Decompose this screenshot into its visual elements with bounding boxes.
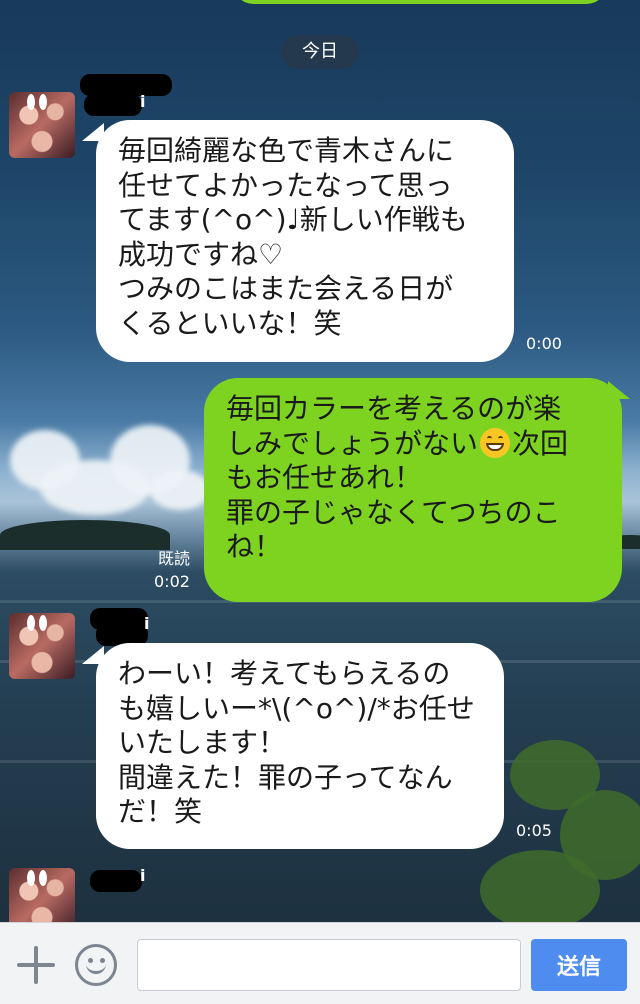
message-line: ね！ bbox=[226, 530, 283, 564]
message-line: しみでしょうがない 次回 bbox=[226, 427, 600, 462]
message-line: くるといいな！笑 bbox=[118, 306, 342, 340]
message-line: 任せてよかったなって思っ bbox=[118, 168, 453, 202]
message-line: てます(^o^)♩新しい作戦も bbox=[118, 203, 468, 237]
message-line: もお任せあれ！ bbox=[226, 461, 423, 495]
smile-icon-mouth bbox=[86, 962, 106, 974]
message-line: だ！笑 bbox=[118, 795, 203, 829]
message-line: 毎回カラーを考えるのが楽 bbox=[226, 392, 562, 425]
date-separator: 今日 bbox=[281, 35, 359, 69]
message-text: しみでしょうがない bbox=[226, 426, 479, 460]
sender-name: i bbox=[140, 866, 146, 885]
sender-name: i bbox=[140, 92, 146, 111]
message-text: 次回 bbox=[512, 426, 569, 460]
message-input[interactable] bbox=[137, 939, 521, 991]
plus-icon[interactable] bbox=[17, 946, 55, 984]
message-line: 毎回綺麗な色で青木さんに bbox=[118, 134, 455, 167]
chat-screen: 今日 i 毎回綺麗な色で青木さんに 任せてよかったなって思っ てます(^o^)♩… bbox=[0, 0, 640, 1004]
read-receipt: 既読 bbox=[157, 549, 190, 568]
grinning-face-emoji-icon bbox=[480, 427, 511, 458]
message-time: 0:00 bbox=[526, 334, 562, 353]
send-button[interactable]: 送信 bbox=[531, 939, 627, 991]
message-line: 罪の子じゃなくてつちのこ bbox=[226, 495, 561, 529]
message-line: わーい！考えてもらえるの bbox=[118, 657, 451, 690]
sender-name-redaction bbox=[84, 94, 142, 116]
message-line: つみのこはまた会える日が bbox=[118, 272, 454, 306]
incoming-message-bubble[interactable]: わーい！考えてもらえるの も嬉しいー*\(^o^)/*お任せ いたします！ 間違… bbox=[96, 643, 504, 849]
message-line: 成功ですね♡ bbox=[118, 237, 284, 271]
sender-name-redaction bbox=[90, 870, 142, 892]
message-line: も嬉しいー*\(^o^)/*お任せ bbox=[118, 691, 475, 725]
avatar[interactable] bbox=[9, 92, 75, 158]
previous-outgoing-bubble bbox=[232, 0, 608, 4]
sender-name-redaction bbox=[80, 74, 172, 96]
avatar[interactable] bbox=[9, 613, 75, 679]
message-time: 0:05 bbox=[516, 821, 552, 840]
outgoing-message-bubble[interactable]: 毎回カラーを考えるのが楽 しみでしょうがない 次回 もお任せあれ！ 罪の子じゃなく… bbox=[204, 378, 622, 602]
smile-icon[interactable] bbox=[75, 944, 117, 986]
message-line: いたします！ bbox=[118, 726, 287, 760]
sender-name: i bbox=[144, 614, 150, 633]
cloud-decoration bbox=[150, 470, 210, 510]
foliage-decoration bbox=[480, 850, 600, 930]
island-decoration bbox=[0, 520, 170, 550]
message-time: 0:02 bbox=[154, 572, 190, 591]
message-composer: 送信 bbox=[0, 922, 640, 1004]
incoming-message-bubble[interactable]: 毎回綺麗な色で青木さんに 任せてよかったなって思っ てます(^o^)♩新しい作戦… bbox=[96, 120, 514, 362]
message-line: 間違えた！罪の子ってなん bbox=[118, 760, 453, 794]
